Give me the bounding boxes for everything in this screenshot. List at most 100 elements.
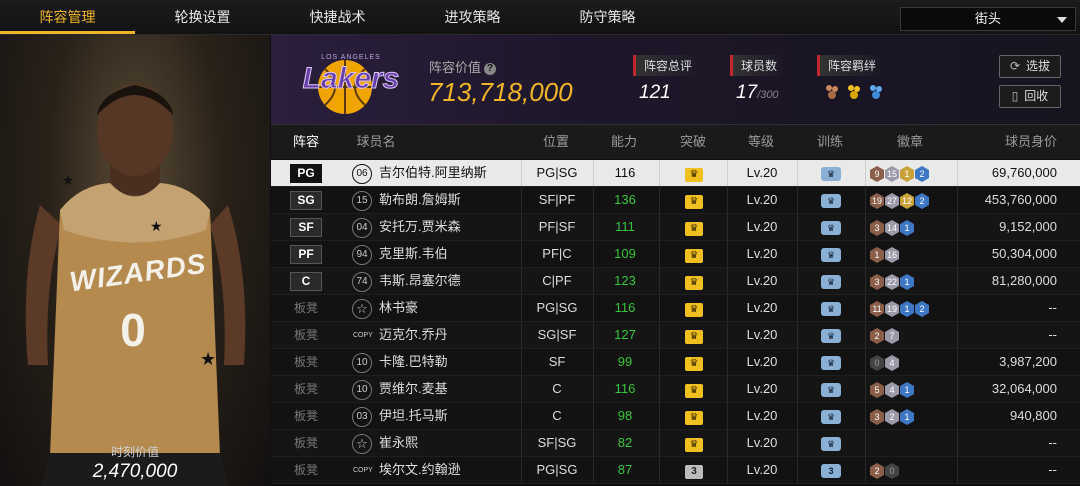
train-icon[interactable]: 3 — [821, 464, 841, 478]
roster-row[interactable]: 板凳 COPY 迈克尔.乔丹 SG|SF 127 ♛ Lv.20 ♛ 2 7 -- — [271, 322, 1080, 349]
col-slot[interactable]: 阵容 — [271, 125, 341, 159]
silver-badge-icon[interactable]: 4 — [885, 355, 899, 371]
bronze-badge-icon[interactable]: 5 — [870, 382, 884, 398]
roster-row[interactable]: 板凳 10 贾维尔.麦基 C 116 ♛ Lv.20 ♛ 5 4 1 32,064,000 — [271, 376, 1080, 403]
gold-badge-icon[interactable]: 12 — [900, 193, 914, 209]
blue-badge-icon[interactable]: 1 — [900, 382, 914, 398]
crown-icon[interactable]: ♛ — [685, 303, 703, 317]
player-name[interactable]: 迈克尔.乔丹 — [371, 322, 519, 348]
dark-badge-icon[interactable]: 0 — [885, 463, 899, 479]
player-name[interactable]: 贾维尔.麦基 — [371, 376, 519, 402]
player-name[interactable]: 崔永熙 — [371, 430, 519, 456]
player-name[interactable]: 勒布朗.詹姆斯 — [371, 187, 519, 213]
select-button[interactable]: ⟳ 选拔 — [999, 55, 1061, 78]
player-name[interactable]: 安托万.贾米森 — [371, 214, 519, 240]
train-icon[interactable]: ♛ — [821, 302, 841, 316]
tab-offense[interactable]: 进攻策略 — [405, 0, 540, 34]
player-name[interactable]: 埃尔文.约翰逊 — [371, 457, 519, 483]
roster-row[interactable]: 板凳 ☆ 崔永熙 SF|SG 82 ♛ Lv.20 ♛ -- — [271, 430, 1080, 457]
crown-icon[interactable]: ♛ — [685, 384, 703, 398]
crown-icon[interactable]: ♛ — [685, 330, 703, 344]
player-name[interactable]: 韦斯.昂塞尔德 — [371, 268, 519, 294]
crown-icon[interactable]: ♛ — [685, 357, 703, 371]
train-icon[interactable]: ♛ — [821, 437, 841, 451]
train-icon[interactable]: ♛ — [821, 248, 841, 262]
silver-badge-icon[interactable]: 16 — [885, 247, 899, 263]
col-badges[interactable]: 徽章 — [865, 125, 955, 159]
silver-badge-icon[interactable]: 22 — [885, 274, 899, 290]
roster-row[interactable]: 板凳 10 卡隆.巴特勒 SF 99 ♛ Lv.20 ♛ 0 4 3,987,200 — [271, 349, 1080, 376]
player-name[interactable]: 吉尔伯特.阿里纳斯 — [371, 160, 519, 186]
silver-badge-icon[interactable]: 27 — [885, 193, 899, 209]
gold-badge-icon[interactable]: 1 — [900, 166, 914, 182]
roster-row[interactable]: C 74 韦斯.昂塞尔德 C|PF 123 ♛ Lv.20 ♛ 3 22 1 81,280,000 — [271, 268, 1080, 295]
col-break[interactable]: 突破 — [659, 125, 727, 159]
tab-rotation[interactable]: 轮换设置 — [135, 0, 270, 34]
roster-row[interactable]: SG 15 勒布朗.詹姆斯 SF|PF 136 ♛ Lv.20 ♛ 19 27 12 2 453,760… — [271, 187, 1080, 214]
help-icon[interactable]: ? — [484, 63, 497, 75]
dark-badge-icon[interactable]: 0 — [870, 355, 884, 371]
break-level[interactable]: 3 — [685, 465, 703, 479]
col-position[interactable]: 位置 — [521, 125, 591, 159]
tab-lineup[interactable]: 阵容管理 — [0, 0, 135, 34]
bronze-badge-icon[interactable]: 3 — [870, 220, 884, 236]
train-icon[interactable]: ♛ — [821, 194, 841, 208]
bronze-badge-icon[interactable]: 19 — [870, 193, 884, 209]
train-icon[interactable]: ♛ — [821, 383, 841, 397]
train-icon[interactable]: ♛ — [821, 275, 841, 289]
bronze-badge-icon[interactable]: 3 — [870, 409, 884, 425]
roster-row[interactable]: 板凳 03 伊坦.托马斯 C 98 ♛ Lv.20 ♛ 3 2 1 940,800 — [271, 403, 1080, 430]
bronze-badge-icon[interactable]: 1 — [870, 247, 884, 263]
train-icon[interactable]: ♛ — [821, 356, 841, 370]
roster-row[interactable]: PG 06 吉尔伯特.阿里纳斯 PG|SG 116 ♛ Lv.20 ♛ 9 15 1 2 69,760,… — [271, 160, 1080, 187]
silver-badge-icon[interactable]: 2 — [885, 409, 899, 425]
crown-icon[interactable]: ♛ — [685, 249, 703, 263]
train-icon[interactable]: ♛ — [821, 329, 841, 343]
blue-badge-icon[interactable]: 2 — [915, 166, 929, 182]
train-icon[interactable]: ♛ — [821, 410, 841, 424]
blue-badge-icon[interactable]: 1 — [900, 301, 914, 317]
blue-badge-icon[interactable]: 1 — [900, 220, 914, 236]
gold-chem-icon[interactable] — [845, 82, 863, 100]
player-name[interactable]: 林书豪 — [371, 295, 519, 321]
bronze-badge-icon[interactable]: 2 — [870, 328, 884, 344]
crown-icon[interactable]: ♛ — [685, 222, 703, 236]
player-name[interactable]: 卡隆.巴特勒 — [371, 349, 519, 375]
col-name[interactable]: 球员名 — [351, 125, 401, 159]
blue-badge-icon[interactable]: 1 — [900, 409, 914, 425]
train-icon[interactable]: ♛ — [821, 167, 841, 181]
bronze-badge-icon[interactable]: 3 — [870, 274, 884, 290]
roster-row[interactable]: SF 04 安托万.贾米森 PF|SF 111 ♛ Lv.20 ♛ 3 14 1 9,152,000 — [271, 214, 1080, 241]
player-name[interactable]: 克里斯.韦伯 — [371, 241, 519, 267]
mode-select[interactable]: 街头 — [900, 7, 1076, 31]
roster-row[interactable]: 板凳 ☆ 林书豪 PG|SG 116 ♛ Lv.20 ♛ 11 19 1 2 -- — [271, 295, 1080, 322]
silver-badge-icon[interactable]: 7 — [885, 328, 899, 344]
bronze-chem-icon[interactable] — [823, 82, 841, 100]
roster-row[interactable]: 板凳 COPY 埃尔文.约翰逊 PG|SG 87 3 Lv.20 3 2 0 -- — [271, 457, 1080, 484]
bronze-badge-icon[interactable]: 9 — [870, 166, 884, 182]
silver-badge-icon[interactable]: 4 — [885, 382, 899, 398]
crown-icon[interactable]: ♛ — [685, 195, 703, 209]
crown-icon[interactable]: ♛ — [685, 411, 703, 425]
blue-badge-icon[interactable]: 1 — [900, 274, 914, 290]
col-ability[interactable]: 能力 — [593, 125, 655, 159]
player-name[interactable]: 伊坦.托马斯 — [371, 403, 519, 429]
tab-quick-tactics[interactable]: 快捷战术 — [270, 0, 405, 34]
bronze-badge-icon[interactable]: 11 — [870, 301, 884, 317]
crown-icon[interactable]: ♛ — [685, 438, 703, 452]
silver-badge-icon[interactable]: 14 — [885, 220, 899, 236]
crown-icon[interactable]: ♛ — [685, 168, 703, 182]
col-train[interactable]: 训练 — [797, 125, 863, 159]
blue-chem-icon[interactable] — [867, 82, 885, 100]
roster-row[interactable]: PF 94 克里斯.韦伯 PF|C 109 ♛ Lv.20 ♛ 1 16 50,304,000 — [271, 241, 1080, 268]
blue-badge-icon[interactable]: 2 — [915, 301, 929, 317]
col-price[interactable]: 球员身价 — [957, 125, 1077, 159]
col-level[interactable]: 等级 — [727, 125, 795, 159]
tab-defense[interactable]: 防守策略 — [540, 0, 675, 34]
silver-badge-icon[interactable]: 15 — [885, 166, 899, 182]
bronze-badge-icon[interactable]: 2 — [870, 463, 884, 479]
silver-badge-icon[interactable]: 19 — [885, 301, 899, 317]
crown-icon[interactable]: ♛ — [685, 276, 703, 290]
blue-badge-icon[interactable]: 2 — [915, 193, 929, 209]
train-icon[interactable]: ♛ — [821, 221, 841, 235]
